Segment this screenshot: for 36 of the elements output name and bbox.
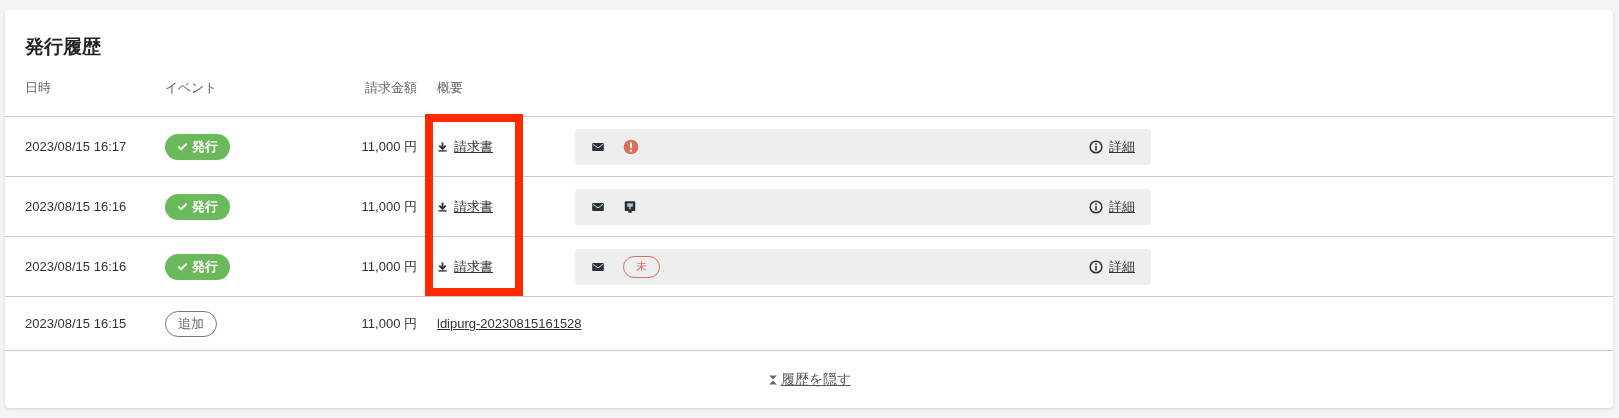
event-badge: 追加	[165, 310, 217, 337]
amount-cell: 11,000 円	[361, 137, 417, 156]
check-icon	[177, 141, 188, 152]
column-header: 日時	[25, 79, 52, 97]
invoice-download-link[interactable]: 請求書	[437, 137, 575, 156]
info-icon	[1089, 259, 1103, 274]
download-icon	[437, 140, 448, 153]
section-title: 発行履歴	[24, 35, 102, 59]
detail-link[interactable]: 詳細	[1109, 137, 1135, 156]
postbox-icon	[623, 198, 637, 215]
info-icon	[1089, 199, 1103, 214]
detail-link[interactable]: 詳細	[1109, 197, 1135, 216]
amount-cell: 11,000 円	[361, 197, 417, 216]
exclamation-icon	[623, 138, 639, 155]
column-header: 概要	[436, 79, 464, 97]
hourglass-icon	[767, 373, 778, 386]
amount-cell: 11,000 円	[361, 257, 417, 276]
invoice-download-link[interactable]: 請求書	[437, 197, 575, 216]
column-header: 請求金額	[365, 79, 417, 97]
column-header: イベント	[165, 79, 218, 97]
download-icon	[437, 200, 448, 213]
check-icon	[177, 201, 188, 212]
date-cell-text: 2023/08/15 16:16	[25, 199, 128, 214]
date-cell-text: 2023/08/15 16:17	[25, 139, 128, 154]
detail-link[interactable]: 詳細	[1109, 257, 1135, 276]
event-badge: 発行	[165, 193, 230, 220]
file-link[interactable]: ldipurg-20230815161528	[437, 316, 582, 331]
amount-cell: 11,000 円	[361, 314, 417, 333]
event-badge: 発行	[165, 253, 230, 280]
invoice-download-link[interactable]: 請求書	[437, 257, 575, 276]
date-cell-text: 2023/08/15 16:16	[25, 259, 128, 274]
info-icon	[1089, 139, 1103, 154]
date-cell-text: 2023/08/15 16:15	[25, 316, 128, 331]
check-icon	[177, 261, 188, 272]
download-icon	[437, 260, 448, 273]
event-badge: 発行	[165, 133, 230, 160]
